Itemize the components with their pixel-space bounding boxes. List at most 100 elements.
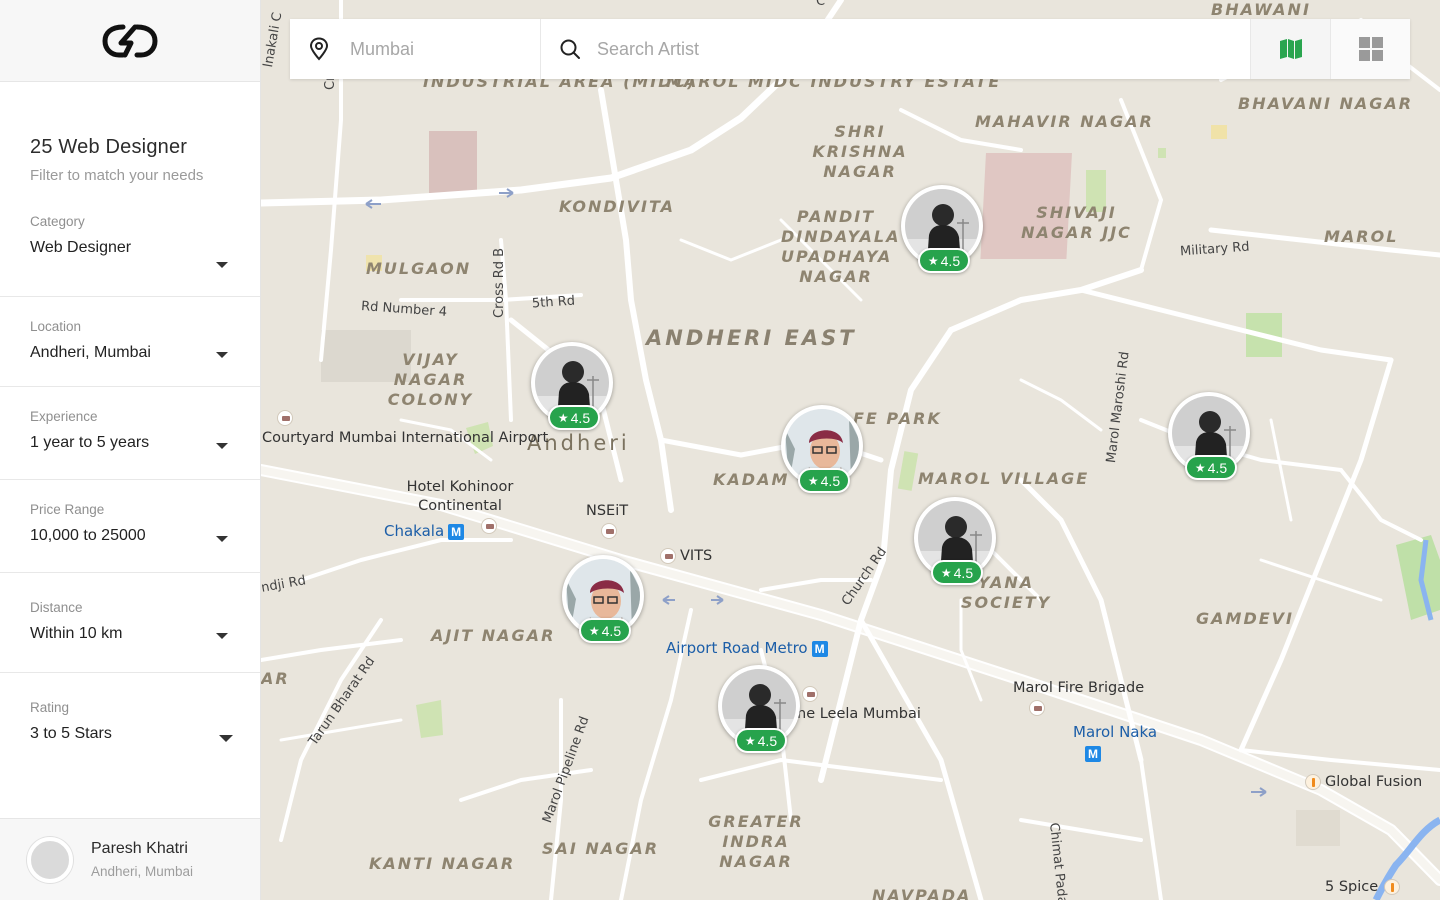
chevron-down-icon[interactable] [216, 443, 228, 449]
star-icon: ★ [807, 473, 819, 488]
area-label: GAMDEVI [1196, 609, 1294, 628]
filter-value[interactable]: 1 year to 5 years [30, 434, 230, 452]
user-profile[interactable]: Paresh Khatri Andheri, Mumbai [0, 818, 260, 900]
artist-marker[interactable]: ★ 4.5 [901, 185, 983, 285]
hotel-icon[interactable] [802, 686, 818, 702]
area-label: SAI NAGAR [542, 839, 660, 858]
avatar[interactable] [27, 836, 73, 883]
star-icon: ★ [940, 565, 952, 580]
rating-badge: ★ 4.5 [1185, 455, 1237, 480]
filter-location[interactable]: Location Andheri, Mumbai [0, 297, 260, 387]
area-label: KONDIVITA [559, 197, 675, 216]
map-canvas[interactable]: INDUSTRIAL AREA (MIDC) MAROL MIDC INDUST… [261, 0, 1440, 900]
grid-view-button[interactable] [1330, 19, 1410, 79]
area-label: MULGAON [366, 259, 472, 278]
place-label[interactable]: Hotel Kohinoor Continental [400, 478, 520, 516]
place-label[interactable]: Global Fusion [1325, 773, 1422, 792]
artist-marker[interactable]: ★ 4.5 [781, 405, 863, 505]
artist-marker[interactable]: ★ 4.5 [718, 665, 800, 765]
filter-price-range[interactable]: Price Range 10,000 to 25000 [0, 480, 260, 573]
search-bar [290, 19, 1410, 79]
location-pin-icon [309, 37, 329, 61]
area-label: PANDIT DINDAYALA UPADHAYA NAGAR [781, 207, 901, 286]
area-label: SHIVAJI NAGAR JJC [1021, 203, 1132, 242]
area-label: GREATER INDRA NAGAR [708, 812, 804, 871]
place-label[interactable]: he Leela Mumbai [797, 705, 921, 724]
road-label: Cross Rd B [492, 247, 507, 318]
chevron-down-icon[interactable] [216, 262, 228, 268]
artist-marker[interactable]: ★ 4.5 [914, 497, 996, 597]
place-label[interactable]: NSEiT [586, 502, 628, 521]
place-label[interactable]: VITS [680, 547, 712, 566]
star-icon: ★ [1194, 460, 1206, 475]
chevron-down-icon[interactable] [216, 352, 228, 358]
metro-station-name: Airport Road Metro [666, 639, 808, 657]
search-artist-input[interactable] [597, 38, 1197, 60]
filter-value[interactable]: 3 to 5 Stars [30, 725, 230, 743]
filter-value[interactable]: Web Designer [30, 239, 230, 257]
area-label: MAROL VILLAGE [918, 469, 1090, 488]
rating-value: 4.5 [757, 732, 778, 749]
star-icon: ★ [557, 410, 569, 425]
rating-badge: ★ 4.5 [918, 248, 970, 273]
building-icon[interactable] [601, 523, 617, 539]
road-label: C [816, 0, 826, 9]
restaurant-icon[interactable] [1384, 879, 1400, 895]
filter-experience[interactable]: Experience 1 year to 5 years [0, 387, 260, 480]
star-icon: ★ [588, 623, 600, 638]
star-icon: ★ [744, 733, 756, 748]
metro-station-name: Chakala [384, 522, 445, 540]
filter-value[interactable]: 10,000 to 25000 [30, 527, 230, 545]
rating-value: 4.5 [953, 564, 974, 581]
artist-marker[interactable]: ★ 4.5 [531, 342, 613, 442]
filter-value[interactable]: Andheri, Mumbai [30, 344, 230, 362]
filter-sidebar: 25 Web Designer Filter to match your nee… [0, 0, 261, 900]
artist-marker[interactable]: ★ 4.5 [1168, 392, 1250, 492]
place-label[interactable]: 5 Spice [1325, 878, 1378, 897]
metro-station-label[interactable]: Marol Naka [1073, 723, 1157, 741]
road-label: 5th Rd [531, 293, 576, 312]
filter-rating[interactable]: Rating 3 to 5 Stars [0, 673, 260, 773]
artist-marker[interactable]: ★ 4.5 [562, 555, 644, 655]
location-input[interactable] [350, 38, 530, 60]
chevron-down-icon[interactable] [216, 536, 228, 542]
filter-label: Experience [30, 409, 98, 424]
results-title: 25 Web Designer [30, 136, 188, 158]
filter-value[interactable]: Within 10 km [30, 625, 230, 643]
area-label: BHAWANI [1211, 0, 1311, 19]
metro-station-name: Marol Naka [1073, 723, 1158, 741]
area-label: AJIT NAGAR [431, 626, 556, 645]
place-label[interactable]: Courtyard Mumbai International Airport [262, 429, 548, 448]
star-icon: ★ [927, 253, 939, 268]
area-label: SHRI KRISHNA NAGAR [812, 122, 908, 181]
rating-badge: ★ 4.5 [798, 468, 850, 493]
results-heading: 25 Web Designer Filter to match your nee… [0, 82, 260, 184]
logo-icon[interactable] [101, 23, 159, 59]
fire-station-icon[interactable] [1029, 700, 1045, 716]
user-location: Andheri, Mumbai [91, 864, 194, 879]
filter-distance[interactable]: Distance Within 10 km [0, 573, 260, 673]
hotel-icon[interactable] [660, 548, 676, 564]
metro-station-label[interactable]: Airport Road Metro M [666, 639, 828, 657]
metro-station-label[interactable]: Chakala M [384, 522, 465, 540]
location-search[interactable] [290, 19, 541, 79]
area-label: ANDHERI EAST [646, 326, 857, 350]
user-name: Paresh Khatri [91, 840, 188, 857]
filter-category[interactable]: Category Web Designer [0, 214, 260, 297]
rating-badge: ★ 4.5 [931, 560, 983, 585]
rating-value: 4.5 [570, 409, 591, 426]
area-label: MAHAVIR NAGAR [975, 112, 1154, 131]
rating-badge: ★ 4.5 [735, 728, 787, 753]
chevron-down-icon[interactable] [219, 735, 233, 742]
restaurant-icon[interactable] [1305, 774, 1321, 790]
place-label[interactable]: Marol Fire Brigade [1013, 679, 1144, 698]
chevron-down-icon[interactable] [216, 633, 228, 639]
artist-search[interactable] [541, 19, 1250, 79]
area-label: VIJAY NAGAR COLONY [387, 350, 474, 409]
area-label: KANTI NAGAR [369, 854, 516, 873]
map-view-icon [1279, 39, 1302, 59]
map-view-button[interactable] [1250, 19, 1330, 79]
hotel-icon[interactable] [481, 518, 497, 534]
area-label: MAROL [1324, 227, 1399, 246]
hotel-icon[interactable] [277, 410, 293, 426]
